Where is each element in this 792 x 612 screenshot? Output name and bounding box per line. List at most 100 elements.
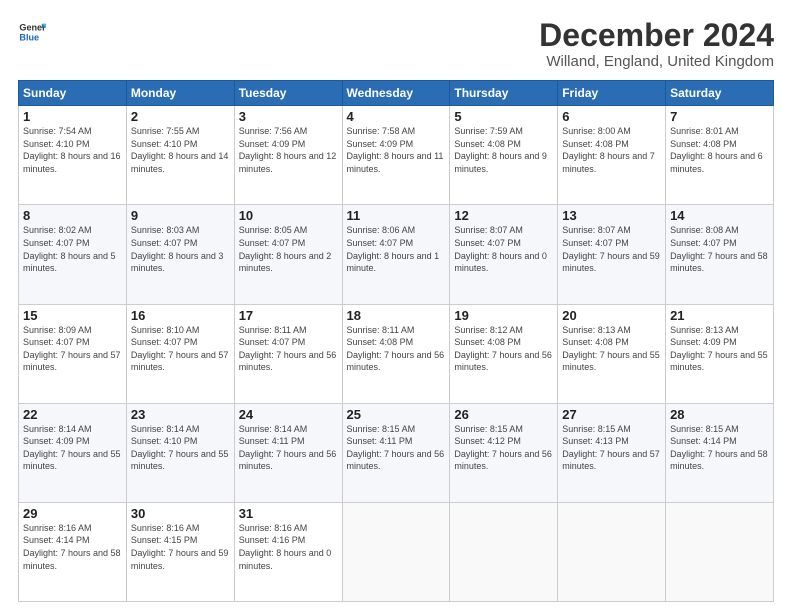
- day-number: 20: [562, 308, 661, 323]
- day-info: Sunrise: 8:11 AMSunset: 4:07 PMDaylight:…: [239, 325, 337, 373]
- day-number: 4: [347, 109, 446, 124]
- day-number: 21: [670, 308, 769, 323]
- table-cell: 20 Sunrise: 8:13 AMSunset: 4:08 PMDaylig…: [558, 304, 666, 403]
- day-number: 3: [239, 109, 338, 124]
- day-info: Sunrise: 7:55 AMSunset: 4:10 PMDaylight:…: [131, 126, 229, 174]
- table-cell: [342, 502, 450, 601]
- day-info: Sunrise: 8:15 AMSunset: 4:13 PMDaylight:…: [562, 424, 660, 472]
- day-info: Sunrise: 8:10 AMSunset: 4:07 PMDaylight:…: [131, 325, 229, 373]
- title-block: December 2024 Willand, England, United K…: [539, 18, 774, 70]
- table-cell: 24 Sunrise: 8:14 AMSunset: 4:11 PMDaylig…: [234, 403, 342, 502]
- table-cell: [558, 502, 666, 601]
- table-cell: 18 Sunrise: 8:11 AMSunset: 4:08 PMDaylig…: [342, 304, 450, 403]
- table-cell: 8 Sunrise: 8:02 AMSunset: 4:07 PMDayligh…: [19, 205, 127, 304]
- table-cell: 16 Sunrise: 8:10 AMSunset: 4:07 PMDaylig…: [126, 304, 234, 403]
- day-number: 18: [347, 308, 446, 323]
- day-number: 15: [23, 308, 122, 323]
- header: General Blue December 2024 Willand, Engl…: [18, 18, 774, 70]
- table-cell: 10 Sunrise: 8:05 AMSunset: 4:07 PMDaylig…: [234, 205, 342, 304]
- table-cell: 13 Sunrise: 8:07 AMSunset: 4:07 PMDaylig…: [558, 205, 666, 304]
- day-number: 10: [239, 208, 338, 223]
- table-cell: [450, 502, 558, 601]
- day-info: Sunrise: 8:00 AMSunset: 4:08 PMDaylight:…: [562, 126, 655, 174]
- table-cell: 29 Sunrise: 8:16 AMSunset: 4:14 PMDaylig…: [19, 502, 127, 601]
- table-cell: 25 Sunrise: 8:15 AMSunset: 4:11 PMDaylig…: [342, 403, 450, 502]
- table-cell: 14 Sunrise: 8:08 AMSunset: 4:07 PMDaylig…: [666, 205, 774, 304]
- day-number: 25: [347, 407, 446, 422]
- table-cell: 3 Sunrise: 7:56 AMSunset: 4:09 PMDayligh…: [234, 106, 342, 205]
- table-cell: 11 Sunrise: 8:06 AMSunset: 4:07 PMDaylig…: [342, 205, 450, 304]
- day-number: 26: [454, 407, 553, 422]
- table-cell: 21 Sunrise: 8:13 AMSunset: 4:09 PMDaylig…: [666, 304, 774, 403]
- day-info: Sunrise: 8:09 AMSunset: 4:07 PMDaylight:…: [23, 325, 121, 373]
- table-cell: 6 Sunrise: 8:00 AMSunset: 4:08 PMDayligh…: [558, 106, 666, 205]
- day-number: 1: [23, 109, 122, 124]
- day-number: 27: [562, 407, 661, 422]
- logo-icon: General Blue: [18, 18, 46, 46]
- col-sunday: Sunday: [19, 81, 127, 106]
- day-number: 7: [670, 109, 769, 124]
- day-number: 19: [454, 308, 553, 323]
- day-number: 5: [454, 109, 553, 124]
- table-cell: 28 Sunrise: 8:15 AMSunset: 4:14 PMDaylig…: [666, 403, 774, 502]
- day-number: 13: [562, 208, 661, 223]
- table-cell: 4 Sunrise: 7:58 AMSunset: 4:09 PMDayligh…: [342, 106, 450, 205]
- day-number: 17: [239, 308, 338, 323]
- table-cell: 15 Sunrise: 8:09 AMSunset: 4:07 PMDaylig…: [19, 304, 127, 403]
- day-info: Sunrise: 8:08 AMSunset: 4:07 PMDaylight:…: [670, 225, 768, 273]
- table-cell: 2 Sunrise: 7:55 AMSunset: 4:10 PMDayligh…: [126, 106, 234, 205]
- table-cell: 1 Sunrise: 7:54 AMSunset: 4:10 PMDayligh…: [19, 106, 127, 205]
- day-info: Sunrise: 8:16 AMSunset: 4:15 PMDaylight:…: [131, 523, 229, 571]
- table-cell: 23 Sunrise: 8:14 AMSunset: 4:10 PMDaylig…: [126, 403, 234, 502]
- col-monday: Monday: [126, 81, 234, 106]
- day-number: 28: [670, 407, 769, 422]
- logo: General Blue: [18, 18, 46, 46]
- calendar-header-row: Sunday Monday Tuesday Wednesday Thursday…: [19, 81, 774, 106]
- day-number: 12: [454, 208, 553, 223]
- day-number: 2: [131, 109, 230, 124]
- day-info: Sunrise: 7:54 AMSunset: 4:10 PMDaylight:…: [23, 126, 121, 174]
- day-info: Sunrise: 8:11 AMSunset: 4:08 PMDaylight:…: [347, 325, 445, 373]
- col-wednesday: Wednesday: [342, 81, 450, 106]
- day-info: Sunrise: 8:02 AMSunset: 4:07 PMDaylight:…: [23, 225, 116, 273]
- day-info: Sunrise: 7:56 AMSunset: 4:09 PMDaylight:…: [239, 126, 337, 174]
- day-number: 16: [131, 308, 230, 323]
- page: General Blue December 2024 Willand, Engl…: [0, 0, 792, 612]
- week-row-2: 8 Sunrise: 8:02 AMSunset: 4:07 PMDayligh…: [19, 205, 774, 304]
- table-cell: 30 Sunrise: 8:16 AMSunset: 4:15 PMDaylig…: [126, 502, 234, 601]
- day-number: 23: [131, 407, 230, 422]
- week-row-4: 22 Sunrise: 8:14 AMSunset: 4:09 PMDaylig…: [19, 403, 774, 502]
- table-cell: 19 Sunrise: 8:12 AMSunset: 4:08 PMDaylig…: [450, 304, 558, 403]
- table-cell: 12 Sunrise: 8:07 AMSunset: 4:07 PMDaylig…: [450, 205, 558, 304]
- day-info: Sunrise: 8:07 AMSunset: 4:07 PMDaylight:…: [562, 225, 660, 273]
- calendar-table: Sunday Monday Tuesday Wednesday Thursday…: [18, 80, 774, 602]
- table-cell: 27 Sunrise: 8:15 AMSunset: 4:13 PMDaylig…: [558, 403, 666, 502]
- day-info: Sunrise: 8:12 AMSunset: 4:08 PMDaylight:…: [454, 325, 552, 373]
- main-title: December 2024: [539, 18, 774, 53]
- day-number: 9: [131, 208, 230, 223]
- day-info: Sunrise: 7:58 AMSunset: 4:09 PMDaylight:…: [347, 126, 444, 174]
- day-info: Sunrise: 8:07 AMSunset: 4:07 PMDaylight:…: [454, 225, 547, 273]
- day-number: 11: [347, 208, 446, 223]
- table-cell: 5 Sunrise: 7:59 AMSunset: 4:08 PMDayligh…: [450, 106, 558, 205]
- table-cell: [666, 502, 774, 601]
- subtitle: Willand, England, United Kingdom: [539, 53, 774, 70]
- day-info: Sunrise: 8:03 AMSunset: 4:07 PMDaylight:…: [131, 225, 224, 273]
- day-number: 6: [562, 109, 661, 124]
- day-number: 31: [239, 506, 338, 521]
- day-info: Sunrise: 8:13 AMSunset: 4:08 PMDaylight:…: [562, 325, 660, 373]
- table-cell: 31 Sunrise: 8:16 AMSunset: 4:16 PMDaylig…: [234, 502, 342, 601]
- table-cell: 22 Sunrise: 8:14 AMSunset: 4:09 PMDaylig…: [19, 403, 127, 502]
- day-info: Sunrise: 8:14 AMSunset: 4:09 PMDaylight:…: [23, 424, 121, 472]
- week-row-5: 29 Sunrise: 8:16 AMSunset: 4:14 PMDaylig…: [19, 502, 774, 601]
- table-cell: 26 Sunrise: 8:15 AMSunset: 4:12 PMDaylig…: [450, 403, 558, 502]
- day-number: 29: [23, 506, 122, 521]
- col-saturday: Saturday: [666, 81, 774, 106]
- col-thursday: Thursday: [450, 81, 558, 106]
- day-number: 24: [239, 407, 338, 422]
- day-info: Sunrise: 8:15 AMSunset: 4:12 PMDaylight:…: [454, 424, 552, 472]
- day-number: 30: [131, 506, 230, 521]
- table-cell: 7 Sunrise: 8:01 AMSunset: 4:08 PMDayligh…: [666, 106, 774, 205]
- day-number: 8: [23, 208, 122, 223]
- col-tuesday: Tuesday: [234, 81, 342, 106]
